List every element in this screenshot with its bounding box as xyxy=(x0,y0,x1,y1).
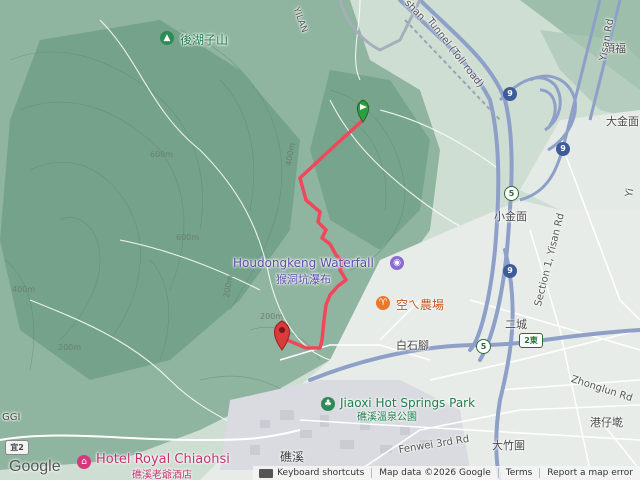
route-shield-5: 5 xyxy=(504,186,519,201)
poi-hotel-label-zh[interactable]: 礁溪老爺酒店 xyxy=(132,466,192,480)
trail-overlay xyxy=(274,99,370,351)
contour-label: 600m xyxy=(150,150,174,159)
keyboard-icon xyxy=(259,468,274,478)
poi-hotel-label[interactable]: Hotel Royal Chiaohsi xyxy=(96,452,230,467)
route-shield-9: 9 xyxy=(503,264,517,278)
route-shield-9: 9 xyxy=(503,87,517,101)
tree-icon[interactable]: ♣ xyxy=(321,397,335,411)
hotel-icon[interactable]: ⌂ xyxy=(77,455,91,469)
route-shield-5: 5 xyxy=(476,339,491,354)
contour-label: 600m xyxy=(176,233,200,242)
place-ercheng: 二城 xyxy=(505,318,527,331)
route-shield-9: 9 xyxy=(556,142,570,156)
poi-waterfall-label-zh[interactable]: 猴洞坑瀑布 xyxy=(276,271,331,287)
poi-waterfall-label[interactable]: Houdongkeng Waterfall xyxy=(233,256,374,270)
keyboard-shortcuts-label[interactable]: Keyboard shortcuts xyxy=(277,468,364,478)
report-map-error-link[interactable]: Report a map error xyxy=(539,468,640,478)
map-data-attribution: Map data ©2026 Google xyxy=(371,468,498,478)
contour-label: 200m xyxy=(58,343,82,352)
place-baishijiao: 白石腳 xyxy=(396,339,429,352)
end-pin-marker-icon[interactable] xyxy=(274,320,290,351)
route-shield-2e: 2東 xyxy=(519,333,543,348)
place-dajinmian: 大金面 xyxy=(606,115,639,128)
mountain-peak-icon[interactable]: ▲ xyxy=(160,31,174,45)
route-shield-yi2: 宜2 xyxy=(5,440,29,455)
place-dazhuwei: 大竹圍 xyxy=(492,439,525,452)
map-footer: Keyboard shortcuts Map data ©2026 Google… xyxy=(253,466,640,480)
map-canvas[interactable]: ▲ 後湖子山 Houdongkeng Waterfall 猴洞坑瀑布 ◉ ♈ 空… xyxy=(0,0,640,480)
poi-farm-label[interactable]: 空ㄟ農場 xyxy=(396,296,444,313)
terms-link[interactable]: Terms xyxy=(497,468,540,478)
start-flag-marker-icon[interactable] xyxy=(356,99,370,123)
place-gigi-partial: GGI xyxy=(2,412,21,423)
camera-icon[interactable]: ◉ xyxy=(390,256,404,270)
google-logo: Google xyxy=(9,458,61,475)
contour-label: 400m xyxy=(12,285,36,294)
place-jiaoxi: 礁溪 xyxy=(280,450,305,464)
place-gangzaidi: 港仔墘 xyxy=(590,416,623,429)
road-yi-partial: Yi xyxy=(624,187,637,198)
contour-label: 200m xyxy=(260,312,284,321)
poi-park-label-zh[interactable]: 礁溪溫泉公園 xyxy=(357,408,417,423)
restaurant-icon[interactable]: ♈ xyxy=(376,296,390,310)
place-xiaojinmian: 小金面 xyxy=(494,210,527,223)
poi-houhu-label[interactable]: 後湖子山 xyxy=(180,31,228,48)
keyboard-shortcuts-link[interactable]: Keyboard shortcuts xyxy=(253,468,371,478)
